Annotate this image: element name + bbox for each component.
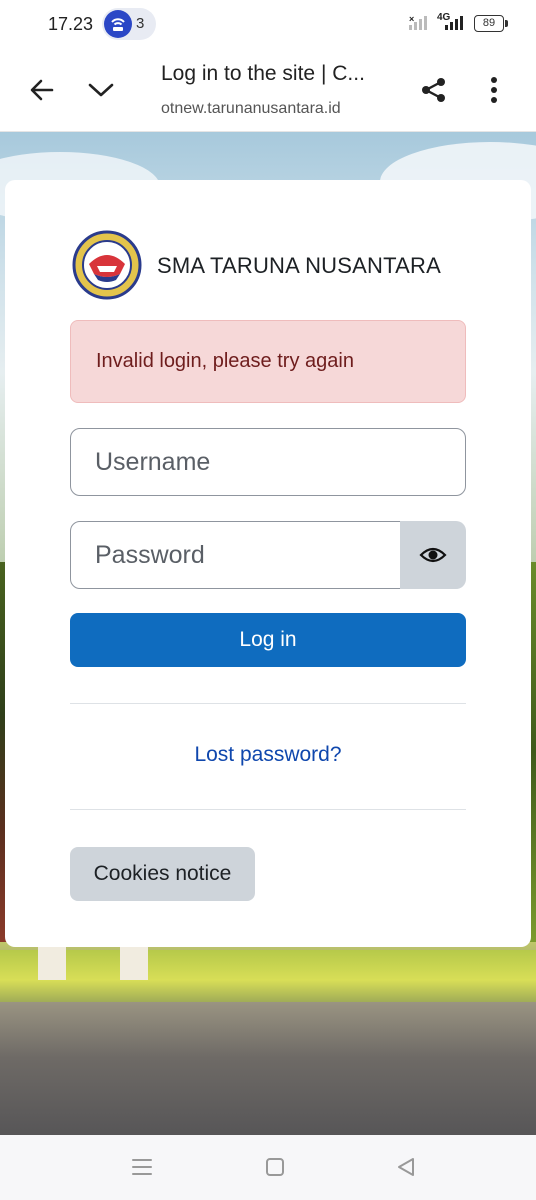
- more-vert-icon: [491, 77, 497, 103]
- battery-icon: 89: [474, 15, 504, 32]
- username-input[interactable]: [70, 428, 466, 496]
- divider: [70, 703, 466, 704]
- sim2-signal-icon: [445, 14, 463, 30]
- status-bar: 17.23 3 × 4G 89: [0, 0, 536, 48]
- divider: [70, 809, 466, 810]
- cookies-notice-button[interactable]: Cookies notice: [70, 847, 255, 901]
- menu-icon: [132, 1159, 152, 1175]
- home-square-icon: [266, 1158, 284, 1176]
- password-input[interactable]: [70, 521, 402, 589]
- hotspot-icon: [104, 10, 132, 38]
- school-logo: [72, 230, 142, 300]
- back-arrow-icon: [30, 79, 54, 101]
- back-nav-button[interactable]: [388, 1151, 424, 1183]
- lost-password-link[interactable]: Lost password?: [0, 743, 536, 767]
- login-button[interactable]: Log in: [70, 613, 466, 667]
- site-name: SMA TARUNA NUSANTARA: [157, 253, 441, 278]
- back-button[interactable]: [22, 70, 62, 110]
- system-nav-bar: [0, 1135, 536, 1200]
- notification-count: 3: [136, 15, 145, 32]
- share-button[interactable]: [414, 70, 454, 110]
- browser-toolbar: Log in to the site | C... otnew.tarunanu…: [0, 48, 536, 132]
- error-alert: Invalid login, please try again: [70, 320, 466, 403]
- triangle-back-icon: [398, 1158, 414, 1176]
- url-text[interactable]: otnew.tarunanusantara.id: [161, 100, 341, 118]
- collapse-button[interactable]: [81, 70, 121, 110]
- chevron-down-icon: [88, 83, 114, 97]
- sim1-signal-icon: [409, 14, 427, 30]
- more-options-button[interactable]: [474, 70, 514, 110]
- recents-button[interactable]: [124, 1151, 160, 1183]
- home-button[interactable]: [257, 1151, 293, 1183]
- share-icon: [422, 78, 445, 102]
- eye-icon: [419, 547, 447, 563]
- battery-tip: [505, 20, 508, 27]
- status-time: 17.23: [48, 14, 94, 34]
- error-message: Invalid login, please try again: [96, 350, 354, 372]
- page-title[interactable]: Log in to the site | C...: [161, 62, 365, 86]
- reveal-password-button[interactable]: [400, 521, 466, 589]
